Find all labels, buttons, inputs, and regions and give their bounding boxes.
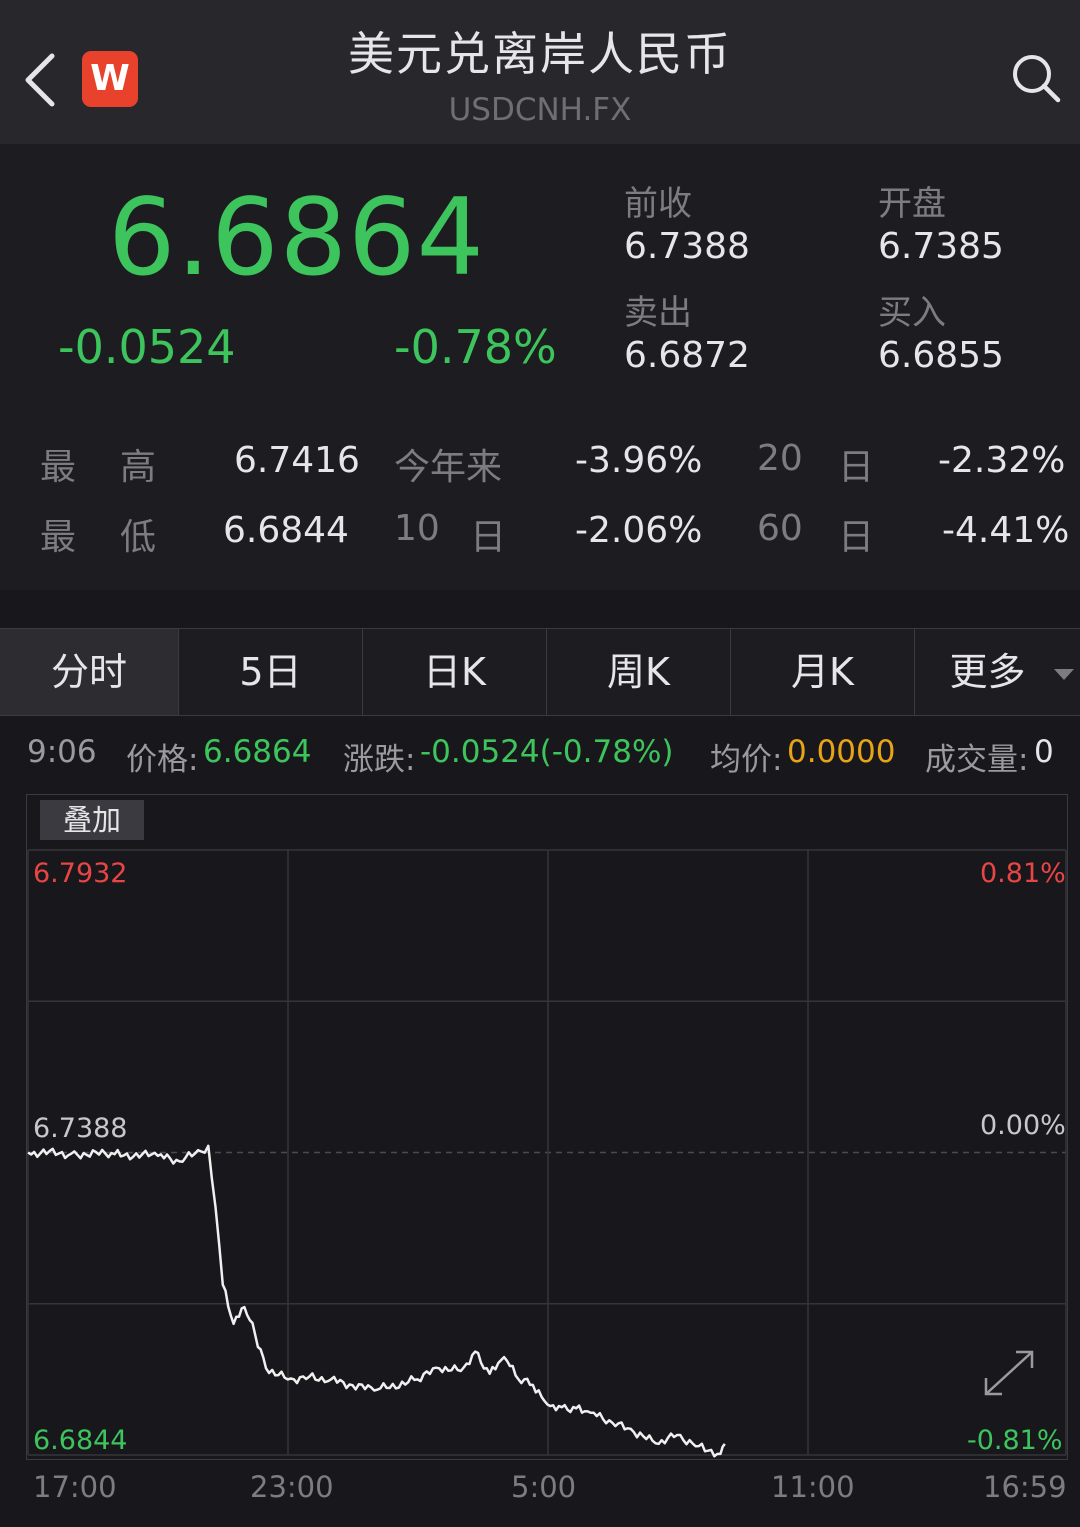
info-volume-label: 成交量: — [925, 742, 1029, 778]
expand-icon[interactable] — [980, 1346, 1038, 1400]
prev-close-value: 6.7388 — [624, 226, 750, 267]
x-tick-label: 5:00 — [511, 1470, 577, 1504]
info-avg-label: 均价: — [710, 742, 783, 778]
info-volume-value: 0 — [1034, 734, 1054, 770]
page-title: 美元兑离岸人民币 — [348, 27, 732, 81]
x-tick-label: 16:59 — [983, 1470, 1067, 1504]
info-price-value: 6.6864 — [203, 734, 312, 770]
top-bar: W 美元兑离岸人民币 USDCNH.FX — [0, 0, 1080, 144]
info-change-label: 涨跌: — [343, 742, 416, 778]
tab-weekly-k[interactable]: 周K — [547, 629, 731, 715]
overlay-button[interactable]: 叠加 — [40, 800, 144, 840]
d10-value: -2.06% — [575, 510, 703, 551]
y-axis-mid-label: 6.7388 — [33, 1113, 128, 1144]
open-value: 6.7385 — [878, 226, 1004, 267]
y-axis-bottom-label: 6.6844 — [33, 1425, 128, 1456]
ytd-label: 今年来 — [394, 447, 503, 488]
tab-monthly-k[interactable]: 月K — [731, 629, 915, 715]
d20-label-2: 日 — [838, 447, 875, 488]
chart-period-tabs: 分时 5日 日K 周K 月K 更多 — [0, 628, 1080, 716]
d20-value: -2.32% — [938, 440, 1066, 481]
d20-label-1: 20 — [757, 438, 803, 479]
high-value: 6.7416 — [234, 440, 360, 481]
pct-axis-bottom-label: -0.81% — [967, 1425, 1063, 1456]
pct-axis-mid-label: 0.00% — [980, 1110, 1066, 1141]
high-label-2: 高 — [120, 447, 157, 488]
info-change-value: -0.0524(-0.78%) — [420, 734, 674, 770]
search-icon[interactable] — [1010, 52, 1062, 104]
prev-close-label: 前收 — [624, 184, 692, 224]
last-price: 6.6864 — [108, 176, 485, 299]
info-avg-value: 0.0000 — [787, 734, 896, 770]
d60-label-1: 60 — [757, 508, 803, 549]
low-label-2: 低 — [120, 517, 157, 558]
bid-label: 买入 — [878, 293, 946, 333]
x-tick-label: 17:00 — [33, 1470, 117, 1504]
crosshair-info-bar: 9:06 价格: 6.6864 涨跌: -0.0524(-0.78%) 均价: … — [0, 730, 1080, 780]
low-label-1: 最 — [40, 517, 77, 558]
ask-value: 6.6872 — [624, 335, 750, 376]
open-label: 开盘 — [878, 184, 946, 224]
ask-label: 卖出 — [624, 293, 692, 333]
intraday-chart-frame[interactable] — [26, 794, 1068, 1460]
price-change-percent: -0.78% — [394, 320, 557, 374]
tab-intraday[interactable]: 分时 — [0, 629, 179, 715]
info-price-label: 价格: — [126, 742, 199, 778]
d60-label-2: 日 — [838, 517, 875, 558]
tab-5day[interactable]: 5日 — [179, 629, 363, 715]
pct-axis-top-label: 0.81% — [980, 858, 1066, 889]
low-value: 6.6844 — [223, 510, 349, 551]
d10-label-1: 10 — [394, 508, 440, 549]
x-tick-label: 11:00 — [771, 1470, 855, 1504]
bid-value: 6.6855 — [878, 335, 1004, 376]
d60-value: -4.41% — [942, 510, 1070, 551]
d10-label-2: 日 — [470, 517, 507, 558]
chevron-down-icon[interactable] — [1054, 669, 1074, 680]
x-tick-label: 23:00 — [250, 1470, 334, 1504]
y-axis-top-label: 6.7932 — [33, 858, 128, 889]
info-time: 9:06 — [27, 734, 97, 770]
tab-daily-k[interactable]: 日K — [363, 629, 547, 715]
symbol-code: USDCNH.FX — [448, 92, 632, 128]
high-label-1: 最 — [40, 447, 77, 488]
price-change: -0.0524 — [58, 320, 236, 374]
ytd-value: -3.96% — [575, 440, 703, 481]
